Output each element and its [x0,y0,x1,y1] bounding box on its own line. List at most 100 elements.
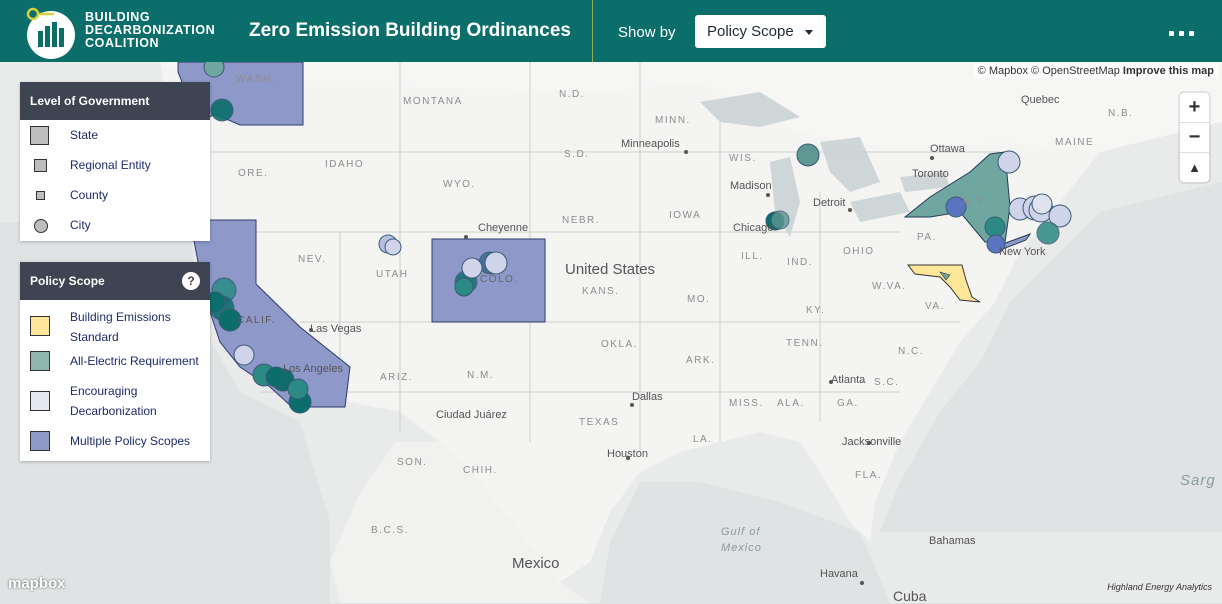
map-label-colo: COLO. [480,274,519,285]
map-label-nev: NEV. [298,254,327,265]
city-label-cheyenne: Cheyenne [478,222,529,234]
legend-scope-bes: Building Emissions Standard [20,300,210,345]
city-label-las-vegas: Las Vegas [310,323,362,335]
map-label-idaho: IDAHO [325,159,365,170]
map-label-nc: N.C. [898,346,924,357]
map-label-pa: PA. [917,232,937,243]
legend-gov-label: Regional Entity [70,158,151,172]
city-label-jacksonville: Jacksonville [842,436,902,448]
map-label-utah: UTAH [376,269,409,280]
map-label-sd: S.D. [564,149,590,160]
legend-gov-regional: Regional Entity [20,150,210,180]
caret-down-icon [805,30,813,35]
zoom-out-button[interactable]: − [1180,123,1209,153]
policy-scope-selected: Policy Scope [707,23,794,40]
legend-gov-label: City [70,218,91,232]
legend-scope-label-b: Standard [70,330,119,344]
city-label-dallas: Dallas [632,391,663,403]
map-label-tenn: TENN. [786,338,824,349]
map-label-nd: N.D. [559,89,585,100]
city-label-ciudad-juarez: Ciudad Juárez [436,409,507,421]
country-label-mexico: Mexico [512,555,560,572]
map-label-kans: KANS. [582,286,620,297]
all-electric-swatch [30,351,50,371]
county-swatch [36,191,45,200]
legend-scope-label-b: Decarbonization [70,404,157,418]
map-label-calif: CALIF. [237,315,277,326]
map-label-iowa: IOWA [669,210,702,221]
regional-swatch [34,159,47,172]
zoom-in-button[interactable]: + [1180,93,1209,123]
map-label-son: SON. [397,457,428,468]
legend-gov-title: Level of Government [20,82,210,120]
map-label-fla: FLA. [855,470,883,481]
help-icon[interactable]: ? [182,272,200,290]
map-label-texas: TEXAS [579,417,620,428]
country-label-cuba: Cuba [893,588,927,604]
zoom-control: + − ▲ [1180,93,1209,182]
attribution-osm[interactable]: © OpenStreetMap [1031,65,1120,77]
legend-scope-label-a: Encouraging [70,384,138,398]
bes-swatch [30,316,50,336]
legend-scope-multiple: Multiple Policy Scopes [20,425,210,455]
app-header: BUILDING DECARBONIZATION COALITION Zero … [0,0,1222,62]
legend-scope-encouraging: Encouraging Decarbonization [20,375,210,425]
map-label-maine: MAINE [1055,137,1095,148]
compass-button[interactable]: ▲ [1180,153,1209,182]
city-label-havana: Havana [820,568,858,580]
city-label-quebec: Quebec [1021,94,1060,106]
city-label-detroit: Detroit [813,197,846,209]
page-title: Zero Emission Building Ordinances [249,20,571,41]
water-label-gulf-a: Gulf of [721,526,761,538]
map-label-ky: KY. [806,305,826,316]
legend-gov-label: State [70,128,99,142]
ellipsis-icon[interactable] [1164,22,1200,44]
legend-scope-label-a: Multiple Policy Scopes [70,434,191,448]
mapbox-logo[interactable]: mapbox [8,575,66,592]
map-label-nebr: NEBR. [562,215,601,226]
mapbox-logo-text: mapbox [8,575,66,592]
map-label-miss: MISS. [729,398,764,409]
map-label-bcs: B.C.S. [371,525,409,536]
map-label-ariz: ARIZ. [380,372,414,383]
map-label-minn: MINN. [655,115,691,126]
map-label-montana: MONTANA [403,96,463,107]
country-label-us: United States [565,261,656,278]
org-name: BUILDING DECARBONIZATION COALITION [85,11,215,50]
improve-map-link[interactable]: Improve this map [1123,65,1214,77]
org-name-line3: COALITION [85,36,160,50]
legend-gov-county: County [20,180,210,210]
state-swatch [30,126,49,145]
legend-scope-header: Policy Scope ? [20,262,210,300]
map-label-ore: ORE. [238,168,269,179]
water-label-sargasso: Sarg [1180,472,1216,489]
map-label-sc: S.C. [874,377,900,388]
map-label-ill: ILL. [741,251,764,262]
legend-policy-scope: Policy Scope ? Building Emissions Standa… [20,262,210,461]
city-label-bahamas: Bahamas [929,535,976,547]
map-label-nm: N.M. [467,370,495,381]
map-label-wva: W.VA. [872,281,907,292]
city-label-minneapolis: Minneapolis [621,138,680,150]
legend-scope-label-a: All-Electric Requirement [70,354,199,368]
map-label-wis: WIS. [729,153,757,164]
legend-scope-all-electric: All-Electric Requirement [20,345,210,375]
map-label-ark: ARK. [686,355,716,366]
policy-scope-dropdown[interactable]: Policy Scope [695,15,826,48]
coalition-logo-icon [26,7,75,59]
city-label-los-angeles: Los Angeles [283,363,343,375]
city-label-atlanta: Atlanta [831,374,866,386]
legend-level-of-government: Level of Government State Regional Entit… [20,82,210,241]
map-label-ala: ALA. [777,398,805,409]
map-label-la: LA. [693,434,713,445]
city-label-new-york: New York [999,246,1046,258]
attribution-mapbox[interactable]: © Mapbox [978,65,1028,77]
map-attribution: © Mapbox © OpenStreetMap Improve this ma… [973,64,1218,78]
legend-gov-state: State [20,120,210,150]
city-swatch [34,219,48,233]
city-label-ottawa: Ottawa [930,143,965,155]
map-label-ny: N.Y. [963,196,988,207]
legend-scope-label-a: Building Emissions [70,310,171,324]
water-label-gulf-b: Mexico [721,542,762,554]
map-label-va: VA. [925,301,945,312]
